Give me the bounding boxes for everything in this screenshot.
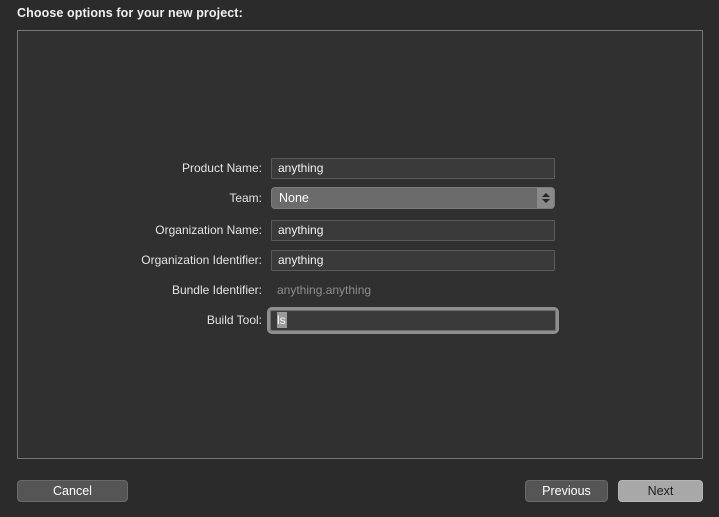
chevron-down-glyph [541, 199, 550, 203]
organization-name-control: anything [271, 219, 555, 241]
bundle-identifier-label: Bundle Identifier: [171, 283, 262, 297]
form-row-team: Team: None [18, 187, 704, 209]
team-label: Team: [229, 191, 262, 205]
previous-button[interactable]: Previous [525, 480, 608, 502]
build-tool-label: Build Tool: [206, 313, 262, 327]
new-project-options-dialog: Choose options for your new project: Pro… [0, 0, 719, 517]
organization-name-label: Organization Name: [155, 223, 262, 237]
form-row-product-name: Product Name: anything [18, 157, 704, 179]
chevron-up-glyph [541, 193, 550, 197]
next-button[interactable]: Next [618, 480, 703, 502]
cancel-button[interactable]: Cancel [17, 480, 128, 502]
bundle-identifier-control: anything.anything [271, 280, 561, 301]
form-row-bundle-identifier: Bundle Identifier: anything.anything [18, 279, 704, 301]
options-panel: Product Name: anything Team: None Organi… [17, 30, 703, 459]
build-tool-selected-text: ls [277, 312, 287, 328]
build-tool-focus-ring: ls [267, 306, 559, 334]
chevron-up-down-icon [537, 188, 554, 208]
product-name-input[interactable]: anything [271, 157, 555, 179]
team-selected-value: None [279, 190, 309, 205]
team-popup-button[interactable]: None [271, 187, 555, 209]
organization-identifier-label: Organization Identifier: [141, 253, 262, 267]
bundle-identifier-value: anything.anything [277, 282, 372, 297]
page-title: Choose options for your new project: [17, 6, 243, 20]
form-row-organization-identifier: Organization Identifier: anything [18, 249, 704, 271]
organization-identifier-input[interactable]: anything [271, 249, 555, 271]
form-row-build-tool: Build Tool: ls [18, 306, 704, 334]
project-options-form: Product Name: anything Team: None Organi… [18, 157, 704, 339]
organization-identifier-control: anything [271, 249, 555, 271]
form-row-organization-name: Organization Name: anything [18, 219, 704, 241]
build-tool-input[interactable]: ls [270, 309, 556, 331]
team-control: None [271, 187, 555, 209]
organization-name-input[interactable]: anything [271, 219, 555, 241]
product-name-control: anything [271, 157, 555, 179]
build-tool-control: ls [267, 306, 559, 334]
product-name-label: Product Name: [181, 161, 262, 175]
